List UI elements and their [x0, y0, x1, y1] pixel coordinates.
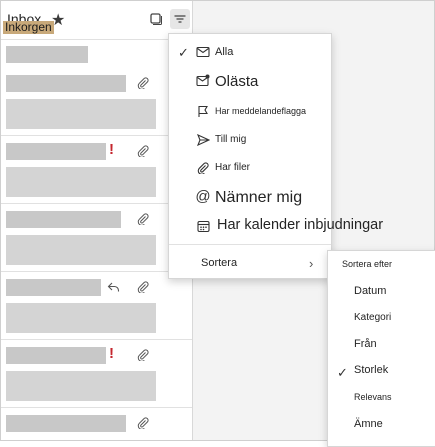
chevron-right-icon: › [309, 256, 314, 271]
select-mode-button[interactable] [146, 9, 166, 29]
preview-placeholder [6, 99, 156, 129]
sender-placeholder [6, 211, 121, 228]
list-item[interactable] [1, 205, 192, 272]
paperclip-icon [135, 415, 151, 431]
important-flag-icon: ! [109, 141, 114, 158]
sort-header-label: Sortera efter [342, 259, 393, 269]
filter-item-unread-label: Olästa [215, 73, 259, 90]
filter-item-has-files[interactable]: Har filer [169, 158, 331, 178]
sort-menu-item[interactable]: Sortera › [169, 253, 331, 273]
send-arrow-icon [196, 133, 210, 147]
flag-icon [196, 104, 210, 118]
filter-item-calendar-invites-label: Har kalender inbjudningar [217, 217, 384, 233]
list-item[interactable]: ! [1, 341, 192, 408]
filter-item-flagged-label: Har meddelandeflagga [215, 106, 307, 116]
checkmark-icon: ✓ [337, 365, 348, 380]
sender-placeholder [6, 415, 126, 432]
important-flag-icon: ! [109, 345, 114, 362]
sort-option-date[interactable]: Datum [328, 285, 435, 303]
sort-option-from-label: Från [354, 338, 377, 350]
mail-icon [196, 45, 210, 59]
folder-title-translation: Inkorgen [3, 20, 54, 34]
paperclip-icon [135, 279, 151, 295]
select-square-icon [150, 13, 162, 25]
reply-icon [105, 279, 121, 295]
sort-option-category-label: Kategori [354, 312, 392, 323]
placeholder-bar [6, 46, 88, 63]
sort-option-from[interactable]: Från [328, 338, 435, 356]
sort-submenu-header: Sortera efter [328, 259, 435, 273]
favorite-star-icon[interactable]: ★ [51, 10, 65, 30]
preview-placeholder [6, 167, 156, 197]
at-sign-icon: @ [195, 187, 211, 205]
list-item[interactable] [1, 409, 192, 440]
preview-placeholder [6, 235, 156, 265]
mail-list-header: Inbox Inkorgen ★ [1, 1, 192, 40]
filter-menu: ✓ Alla Olästa Har meddelandeflagga Till … [168, 33, 383, 279]
sort-label: Sortera [201, 257, 238, 269]
paperclip-icon [135, 143, 151, 159]
filter-button[interactable] [170, 9, 190, 29]
filter-item-has-files-label: Har filer [215, 162, 251, 173]
sort-option-category[interactable]: Kategori [328, 312, 435, 330]
sort-option-size[interactable]: ✓ Storlek [328, 364, 435, 382]
paperclip-icon [135, 347, 151, 363]
preview-placeholder [6, 303, 156, 333]
list-item[interactable] [1, 273, 192, 340]
filter-item-mentions-me-label: Nämner mig [215, 189, 303, 206]
sort-option-date-label: Datum [354, 285, 387, 297]
paperclip-icon [135, 211, 151, 227]
filter-item-all-label: Alla [215, 46, 234, 58]
window-frame: Inbox Inkorgen ★ ! ! ✓ Alla Olästa Har m… [0, 0, 435, 447]
mail-list-pane: Inbox Inkorgen ★ ! ! [1, 1, 192, 440]
filter-item-to-me[interactable]: Till mig [169, 130, 331, 150]
filter-item-all[interactable]: ✓ Alla [169, 42, 331, 62]
sort-option-subject[interactable]: Ämne [328, 418, 435, 436]
filter-item-flagged[interactable]: Har meddelandeflagga [169, 101, 331, 121]
preview-placeholder [6, 371, 156, 401]
unread-mail-icon [196, 73, 210, 87]
sender-placeholder [6, 279, 101, 296]
checkmark-icon: ✓ [178, 45, 189, 60]
filter-item-calendar-invites[interactable]: Har kalender inbjudningar [169, 214, 383, 238]
list-item[interactable] [1, 69, 192, 136]
filter-item-to-me-label: Till mig [215, 134, 247, 145]
sender-placeholder [6, 75, 126, 92]
filter-item-unread[interactable]: Olästa [169, 70, 331, 92]
paperclip-icon [135, 75, 151, 91]
menu-divider [169, 244, 331, 245]
list-item[interactable]: ! [1, 137, 192, 204]
filter-icon [174, 15, 186, 23]
sort-option-relevance[interactable]: Relevans [328, 392, 435, 410]
filter-item-mentions-me[interactable]: @ Nämner mig [169, 186, 331, 210]
sender-placeholder [6, 143, 106, 160]
sort-option-size-label: Storlek [354, 364, 389, 376]
calendar-icon [196, 219, 210, 233]
sort-option-subject-label: Ämne [354, 418, 383, 430]
sender-placeholder [6, 347, 106, 364]
sort-submenu: Sortera efter Datum Kategori Från ✓ Stor… [327, 250, 435, 447]
sort-option-relevance-label: Relevans [354, 392, 392, 402]
paperclip-icon [196, 161, 210, 175]
